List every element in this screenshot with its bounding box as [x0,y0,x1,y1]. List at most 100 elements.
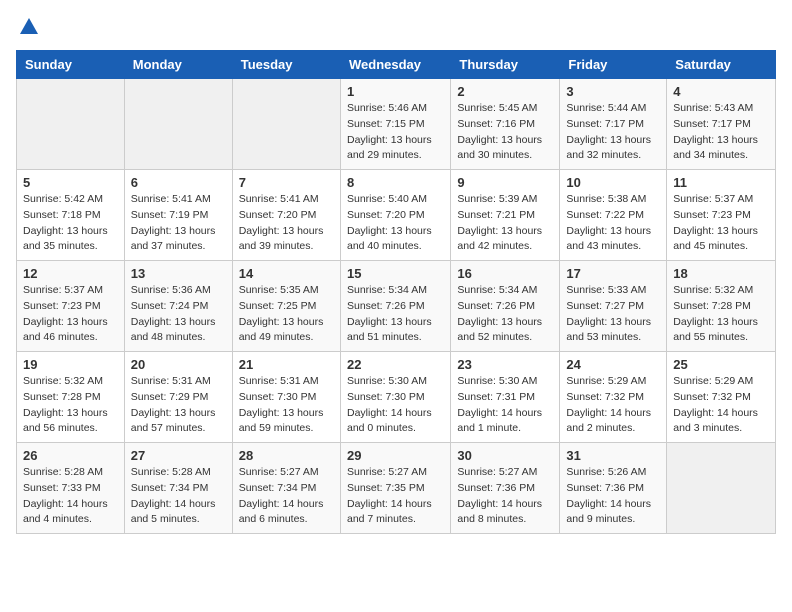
day-info: Sunrise: 5:41 AM Sunset: 7:19 PM Dayligh… [131,192,226,255]
calendar-week-row: 1 Sunrise: 5:46 AM Sunset: 7:15 PM Daylig… [17,79,776,170]
day-info: Sunrise: 5:29 AM Sunset: 7:32 PM Dayligh… [673,374,769,437]
calendar-cell: 8Sunrise: 5:40 AM Sunset: 7:20 PM Daylig… [340,170,450,261]
header-wednesday: Wednesday [340,51,450,79]
day-info: Sunrise: 5:37 AM Sunset: 7:23 PM Dayligh… [23,283,118,346]
page-header [16,16,776,38]
day-info: Sunrise: 5:44 AM Sunset: 7:17 PM Dayligh… [566,101,660,164]
calendar-header-row: SundayMondayTuesdayWednesdayThursdayFrid… [17,51,776,79]
day-info: Sunrise: 5:37 AM Sunset: 7:23 PM Dayligh… [673,192,769,255]
day-number: 4 [673,84,769,99]
day-info: Sunrise: 5:28 AM Sunset: 7:34 PM Dayligh… [131,465,226,528]
calendar-cell: 7 Sunrise: 5:41 AM Sunset: 7:20 PM Daylig… [232,170,340,261]
day-info: Sunrise: 5:31 AM Sunset: 7:30 PM Dayligh… [239,374,334,437]
day-number: 3 [566,84,660,99]
header-sunday: Sunday [17,51,125,79]
day-number: 29 [347,448,444,463]
day-number: 13 [131,266,226,281]
calendar-cell: 23 Sunrise: 5:30 AM Sunset: 7:31 PM Dayli… [451,352,560,443]
calendar-cell: 15 Sunrise: 5:34 AM Sunset: 7:26 PM Dayli… [340,261,450,352]
day-info: Sunrise: 5:31 AM Sunset: 7:29 PM Dayligh… [131,374,226,437]
header-thursday: Thursday [451,51,560,79]
header-saturday: Saturday [667,51,776,79]
day-info: Sunrise: 5:46 AM Sunset: 7:15 PM Dayligh… [347,101,444,164]
calendar-cell: 28 Sunrise: 5:27 AM Sunset: 7:34 PM Dayli… [232,443,340,534]
day-number: 20 [131,357,226,372]
day-number: 21 [239,357,334,372]
day-number: 22 [347,357,444,372]
day-number: 11 [673,175,769,190]
day-number: 17 [566,266,660,281]
day-info: Sunrise: 5:41 AM Sunset: 7:20 PM Dayligh… [239,192,334,255]
calendar-cell [667,443,776,534]
calendar-table: SundayMondayTuesdayWednesdayThursdayFrid… [16,50,776,534]
calendar-week-row: 26 Sunrise: 5:28 AM Sunset: 7:33 PM Dayli… [17,443,776,534]
calendar-cell: 29 Sunrise: 5:27 AM Sunset: 7:35 PM Dayli… [340,443,450,534]
day-number: 1 [347,84,444,99]
day-info: Sunrise: 5:34 AM Sunset: 7:26 PM Dayligh… [457,283,553,346]
calendar-cell [17,79,125,170]
calendar-cell: 10 Sunrise: 5:38 AM Sunset: 7:22 PM Dayli… [560,170,667,261]
day-info: Sunrise: 5:34 AM Sunset: 7:26 PM Dayligh… [347,283,444,346]
calendar-cell: 6Sunrise: 5:41 AM Sunset: 7:19 PM Daylig… [124,170,232,261]
day-number: 5 [23,175,118,190]
day-info: Sunrise: 5:32 AM Sunset: 7:28 PM Dayligh… [673,283,769,346]
calendar-week-row: 5 Sunrise: 5:42 AM Sunset: 7:18 PM Daylig… [17,170,776,261]
calendar-cell: 24Sunrise: 5:29 AM Sunset: 7:32 PM Dayli… [560,352,667,443]
calendar-cell [232,79,340,170]
day-info: Sunrise: 5:27 AM Sunset: 7:36 PM Dayligh… [457,465,553,528]
day-info: Sunrise: 5:27 AM Sunset: 7:35 PM Dayligh… [347,465,444,528]
calendar-cell: 31Sunrise: 5:26 AM Sunset: 7:36 PM Dayli… [560,443,667,534]
day-info: Sunrise: 5:38 AM Sunset: 7:22 PM Dayligh… [566,192,660,255]
day-info: Sunrise: 5:28 AM Sunset: 7:33 PM Dayligh… [23,465,118,528]
day-number: 9 [457,175,553,190]
logo [16,16,40,38]
calendar-cell: 17 Sunrise: 5:33 AM Sunset: 7:27 PM Dayli… [560,261,667,352]
day-number: 27 [131,448,226,463]
day-number: 10 [566,175,660,190]
calendar-cell: 14Sunrise: 5:35 AM Sunset: 7:25 PM Dayli… [232,261,340,352]
calendar-cell: 26 Sunrise: 5:28 AM Sunset: 7:33 PM Dayli… [17,443,125,534]
calendar-cell: 22Sunrise: 5:30 AM Sunset: 7:30 PM Dayli… [340,352,450,443]
calendar-cell: 25Sunrise: 5:29 AM Sunset: 7:32 PM Dayli… [667,352,776,443]
day-number: 14 [239,266,334,281]
day-number: 31 [566,448,660,463]
header-tuesday: Tuesday [232,51,340,79]
day-number: 8 [347,175,444,190]
day-info: Sunrise: 5:33 AM Sunset: 7:27 PM Dayligh… [566,283,660,346]
day-number: 12 [23,266,118,281]
day-number: 2 [457,84,553,99]
day-info: Sunrise: 5:36 AM Sunset: 7:24 PM Dayligh… [131,283,226,346]
day-number: 28 [239,448,334,463]
calendar-cell: 19 Sunrise: 5:32 AM Sunset: 7:28 PM Dayli… [17,352,125,443]
calendar-cell [124,79,232,170]
day-number: 19 [23,357,118,372]
calendar-cell: 27 Sunrise: 5:28 AM Sunset: 7:34 PM Dayli… [124,443,232,534]
day-info: Sunrise: 5:30 AM Sunset: 7:31 PM Dayligh… [457,374,553,437]
day-info: Sunrise: 5:39 AM Sunset: 7:21 PM Dayligh… [457,192,553,255]
calendar-cell: 21 Sunrise: 5:31 AM Sunset: 7:30 PM Dayli… [232,352,340,443]
calendar-cell: 11 Sunrise: 5:37 AM Sunset: 7:23 PM Dayli… [667,170,776,261]
calendar-week-row: 19 Sunrise: 5:32 AM Sunset: 7:28 PM Dayli… [17,352,776,443]
calendar-cell: 13 Sunrise: 5:36 AM Sunset: 7:24 PM Dayli… [124,261,232,352]
calendar-cell: 3 Sunrise: 5:44 AM Sunset: 7:17 PM Daylig… [560,79,667,170]
calendar-cell: 12 Sunrise: 5:37 AM Sunset: 7:23 PM Dayli… [17,261,125,352]
day-info: Sunrise: 5:42 AM Sunset: 7:18 PM Dayligh… [23,192,118,255]
calendar-cell: 4Sunrise: 5:43 AM Sunset: 7:17 PM Daylig… [667,79,776,170]
header-friday: Friday [560,51,667,79]
calendar-cell: 20 Sunrise: 5:31 AM Sunset: 7:29 PM Dayli… [124,352,232,443]
header-monday: Monday [124,51,232,79]
day-number: 23 [457,357,553,372]
day-info: Sunrise: 5:27 AM Sunset: 7:34 PM Dayligh… [239,465,334,528]
day-number: 24 [566,357,660,372]
day-number: 15 [347,266,444,281]
day-number: 16 [457,266,553,281]
calendar-cell: 18Sunrise: 5:32 AM Sunset: 7:28 PM Dayli… [667,261,776,352]
logo-icon [18,16,40,38]
day-info: Sunrise: 5:32 AM Sunset: 7:28 PM Dayligh… [23,374,118,437]
calendar-cell: 16 Sunrise: 5:34 AM Sunset: 7:26 PM Dayli… [451,261,560,352]
day-number: 30 [457,448,553,463]
day-number: 26 [23,448,118,463]
day-number: 7 [239,175,334,190]
calendar-cell: 2Sunrise: 5:45 AM Sunset: 7:16 PM Daylig… [451,79,560,170]
calendar-cell: 1 Sunrise: 5:46 AM Sunset: 7:15 PM Daylig… [340,79,450,170]
